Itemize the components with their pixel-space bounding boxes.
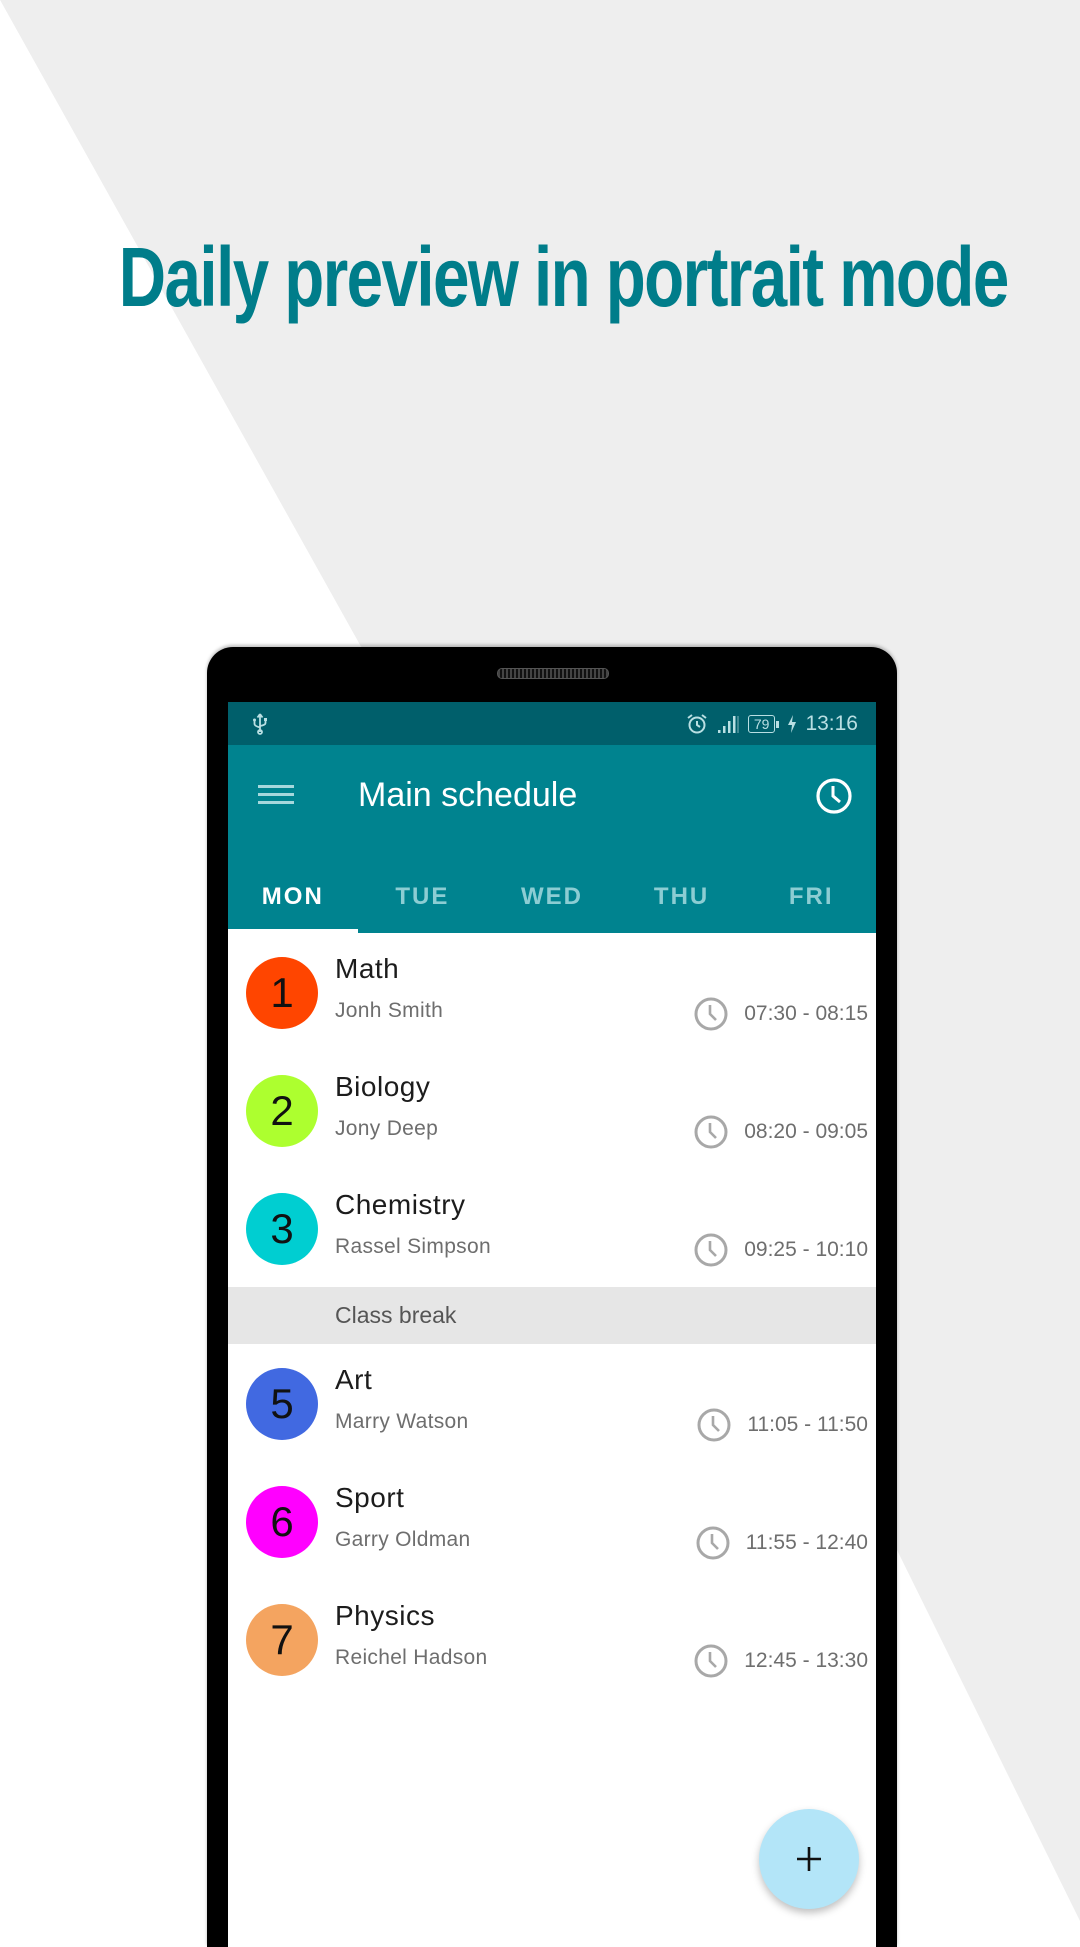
lesson-number-badge: 3	[246, 1193, 318, 1265]
tab-wed[interactable]: WED	[487, 861, 617, 933]
lesson-subject: Sport	[335, 1482, 405, 1513]
lesson-subject: Biology	[335, 1071, 431, 1102]
lesson-row[interactable]: 1 Math Jonh Smith 07:30 - 08:15	[228, 933, 876, 1051]
lesson-number-badge: 6	[246, 1486, 318, 1558]
clock-icon	[694, 1644, 728, 1678]
charging-icon	[788, 714, 797, 733]
clock-icon	[694, 997, 728, 1031]
phone-screen: 79 13:16 Main schedule MON TUE WED THU F…	[228, 702, 876, 1947]
plus-icon	[797, 1847, 821, 1871]
tab-mon[interactable]: MON	[228, 861, 358, 933]
lesson-time-text: 12:45 - 13:30	[744, 1649, 868, 1672]
lesson-teacher: Rassel Simpson	[335, 1235, 491, 1258]
lesson-time-text: 11:55 - 12:40	[745, 1531, 868, 1554]
lesson-time-text: 08:20 - 09:05	[744, 1120, 868, 1143]
lesson-row[interactable]: 5 Art Marry Watson 11:05 - 11:50	[228, 1344, 876, 1462]
lesson-time-text: 09:25 - 10:10	[744, 1238, 868, 1261]
lesson-subject: Physics	[335, 1600, 435, 1631]
lesson-time: 11:55 - 12:40	[694, 1524, 868, 1562]
lesson-teacher: Garry Oldman	[335, 1528, 471, 1551]
usb-icon	[253, 713, 267, 735]
clock-icon[interactable]	[814, 776, 854, 816]
lesson-time: 09:25 - 10:10	[692, 1231, 868, 1269]
page-title: Main schedule	[358, 776, 578, 814]
lesson-teacher: Marry Watson	[335, 1410, 469, 1433]
lesson-time: 08:20 - 09:05	[692, 1113, 868, 1151]
lesson-time: 11:05 - 11:50	[695, 1406, 868, 1444]
battery-icon: 79	[747, 714, 779, 733]
lesson-row[interactable]: 6 Sport Garry Oldman 11:55 - 12:40	[228, 1462, 876, 1580]
add-lesson-button[interactable]	[759, 1809, 859, 1909]
phone-speaker	[497, 668, 609, 679]
lesson-row[interactable]: 2 Biology Jony Deep 08:20 - 09:05	[228, 1051, 876, 1169]
lesson-subject: Math	[335, 953, 400, 984]
tab-label: THU	[653, 883, 710, 910]
alarm-icon	[687, 713, 707, 733]
tab-label: FRI	[788, 883, 834, 910]
app-bar: Main schedule MON TUE WED THU FRI	[228, 745, 876, 933]
schedule-list: 1 Math Jonh Smith 07:30 - 08:15 2 Biolog…	[228, 933, 876, 1698]
lesson-teacher: Jony Deep	[335, 1117, 439, 1140]
lesson-number-badge: 7	[246, 1604, 318, 1676]
lesson-number-badge: 2	[246, 1075, 318, 1147]
promo-title: Daily preview in portrait mode	[118, 230, 1009, 324]
tab-label: WED	[520, 883, 583, 910]
lesson-time-text: 07:30 - 08:15	[744, 1002, 868, 1025]
lesson-time-text: 11:05 - 11:50	[747, 1413, 868, 1436]
status-time: 13:16	[805, 711, 858, 735]
lesson-subject: Chemistry	[335, 1189, 466, 1220]
lesson-teacher: Reichel Hadson	[335, 1646, 488, 1669]
lesson-subject: Art	[335, 1364, 373, 1395]
status-bar: 79 13:16	[228, 702, 876, 745]
lesson-number-badge: 1	[246, 957, 318, 1029]
clock-icon	[696, 1526, 730, 1560]
lesson-row[interactable]: 7 Physics Reichel Hadson 12:45 - 13:30	[228, 1580, 876, 1698]
clock-icon	[694, 1115, 728, 1149]
lesson-number-badge: 5	[246, 1368, 318, 1440]
clock-icon	[694, 1233, 728, 1267]
tab-thu[interactable]: THU	[617, 861, 747, 933]
day-tabs: MON TUE WED THU FRI	[228, 861, 876, 933]
battery-level: 79	[753, 715, 770, 732]
class-break-row: Class break	[228, 1287, 876, 1344]
class-break-label: Class break	[335, 1302, 457, 1328]
clock-icon	[697, 1408, 731, 1442]
tab-fri[interactable]: FRI	[746, 861, 876, 933]
tab-tue[interactable]: TUE	[358, 861, 488, 933]
tab-label: MON	[261, 883, 324, 910]
lesson-time: 12:45 - 13:30	[692, 1642, 868, 1680]
lesson-teacher: Jonh Smith	[335, 999, 444, 1022]
signal-icon	[717, 715, 739, 733]
hamburger-menu-icon[interactable]	[258, 781, 294, 811]
tab-label: TUE	[395, 883, 450, 910]
phone-frame: 79 13:16 Main schedule MON TUE WED THU F…	[207, 647, 897, 1947]
lesson-row[interactable]: 3 Chemistry Rassel Simpson 09:25 - 10:10	[228, 1169, 876, 1287]
lesson-time: 07:30 - 08:15	[692, 995, 868, 1033]
